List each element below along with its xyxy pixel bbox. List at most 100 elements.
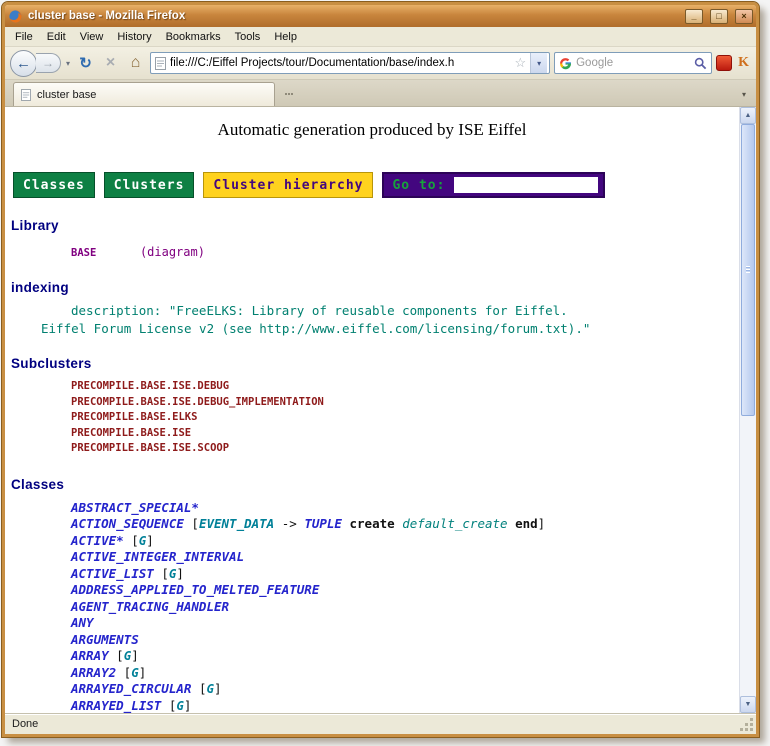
menu-history[interactable]: History (110, 28, 158, 46)
goto-label: Go to: (392, 178, 445, 193)
class-text-generic: G (206, 681, 214, 696)
home-button[interactable]: ⌂ (125, 52, 146, 74)
class-entry: ARGUMENTS (71, 632, 739, 649)
cluster-hierarchy-button[interactable]: Cluster hierarchy (203, 172, 373, 198)
library-heading: Library (11, 218, 739, 233)
refresh-button[interactable]: ↻ (75, 52, 96, 74)
scrollbar-track[interactable] (740, 124, 756, 696)
document-page: Automatic generation produced by ISE Eif… (5, 107, 739, 713)
window-title: cluster base - Mozilla Firefox (28, 10, 678, 22)
class-link[interactable]: ADDRESS_APPLIED_TO_MELTED_FEATURE (71, 582, 319, 597)
class-link[interactable]: ACTION_SEQUENCE (71, 516, 184, 531)
scroll-down-button[interactable]: ▼ (740, 696, 756, 713)
search-input[interactable]: Google (554, 52, 712, 74)
class-link[interactable]: TUPLE (304, 516, 342, 531)
subclusters-list: PRECOMPILE.BASE.ISE.DEBUGPRECOMPILE.BASE… (5, 379, 739, 457)
class-link[interactable]: ARGUMENTS (71, 632, 139, 647)
url-dropdown-button[interactable]: ▾ (530, 53, 547, 73)
search-placeholder: Google (576, 57, 690, 69)
tab-strip-grip-icon (285, 92, 294, 97)
class-text-generic: G (176, 698, 184, 713)
tab-label: cluster base (37, 89, 96, 101)
class-entry: ARRAY [G] (71, 648, 739, 665)
doc-nav-buttons: Classes Clusters Cluster hierarchy Go to… (13, 172, 739, 198)
list-all-tabs-button[interactable]: ▾ (736, 86, 752, 102)
extension-red-icon[interactable] (716, 55, 732, 71)
magnifier-icon[interactable] (694, 57, 707, 70)
tab-cluster-base[interactable]: cluster base (13, 82, 275, 106)
extension-k-icon[interactable]: K (736, 55, 751, 71)
back-button[interactable]: ← (10, 50, 37, 77)
title-bar: cluster base - Mozilla Firefox _ □ × (5, 5, 756, 27)
class-entry: ABSTRACT_SPECIAL* (71, 500, 739, 517)
class-text-plain (342, 516, 350, 531)
minimize-button[interactable]: _ (685, 9, 703, 24)
firefox-icon (8, 9, 23, 24)
class-text-plain: ] (538, 516, 546, 531)
class-text-plain: [ (154, 566, 169, 581)
goto-input[interactable] (453, 176, 599, 194)
class-text-plain (508, 516, 516, 531)
tab-page-icon (21, 89, 31, 101)
scrollbar-thumb[interactable] (741, 124, 755, 416)
class-text-keyword: end (515, 516, 538, 531)
indexing-line-1: description: "FreeELKS: Library of reusa… (71, 303, 739, 318)
subcluster-link[interactable]: PRECOMPILE.BASE.ISE (71, 426, 739, 442)
class-text-plain: ] (131, 648, 139, 663)
stop-button[interactable]: × (100, 52, 121, 74)
status-text: Done (12, 718, 38, 730)
content-area: Automatic generation produced by ISE Eif… (5, 107, 756, 713)
class-entry: ACTIVE* [G] (71, 533, 739, 550)
maximize-button[interactable]: □ (710, 9, 728, 24)
class-link[interactable]: AGENT_TRACING_HANDLER (71, 599, 229, 614)
class-link[interactable]: ACTIVE* (71, 533, 124, 548)
library-diagram-link[interactable]: (diagram) (140, 245, 205, 259)
close-button[interactable]: × (735, 9, 753, 24)
class-link[interactable]: ACTIVE_INTEGER_INTERVAL (71, 549, 244, 564)
page-icon (155, 57, 166, 70)
status-bar: Done (5, 713, 756, 734)
class-link[interactable]: ARRAY2 (71, 665, 116, 680)
class-text-plain: ] (139, 665, 147, 680)
menu-view[interactable]: View (73, 28, 111, 46)
menu-bar: FileEditViewHistoryBookmarksToolsHelp (5, 27, 756, 47)
menu-help[interactable]: Help (267, 28, 304, 46)
subcluster-link[interactable]: PRECOMPILE.BASE.ISE.DEBUG_IMPLEMENTATION (71, 395, 739, 411)
url-text: file:///C:/Eiffel Projects/tour/Document… (170, 57, 510, 69)
subcluster-link[interactable]: PRECOMPILE.BASE.ELKS (71, 410, 739, 426)
class-entry: ACTION_SEQUENCE [EVENT_DATA -> TUPLE cre… (71, 516, 739, 533)
vertical-scrollbar[interactable]: ▲ ▼ (739, 107, 756, 713)
subcluster-link[interactable]: PRECOMPILE.BASE.ISE.DEBUG (71, 379, 739, 395)
forward-button[interactable]: → (36, 53, 61, 73)
resize-grip[interactable] (741, 719, 753, 731)
url-bar[interactable]: file:///C:/Eiffel Projects/tour/Document… (150, 52, 550, 74)
menu-bookmarks[interactable]: Bookmarks (159, 28, 228, 46)
menu-edit[interactable]: Edit (40, 28, 73, 46)
class-text-plain: [ (184, 516, 199, 531)
class-text-plain: [ (116, 665, 131, 680)
class-link[interactable]: ARRAYED_CIRCULAR (71, 681, 191, 696)
menu-tools[interactable]: Tools (228, 28, 268, 46)
google-logo-icon (559, 57, 572, 70)
class-link[interactable]: ANY (71, 615, 94, 630)
menu-file[interactable]: File (8, 28, 40, 46)
class-text-plain: ] (146, 533, 154, 548)
class-link[interactable]: ARRAY (71, 648, 109, 663)
class-text-feature: default_create (402, 516, 507, 531)
page-banner: Automatic generation produced by ISE Eif… (5, 120, 739, 140)
class-entry: ADDRESS_APPLIED_TO_MELTED_FEATURE (71, 582, 739, 599)
class-link[interactable]: ARRAYED_LIST (71, 698, 161, 713)
history-dropdown-icon[interactable]: ▾ (65, 59, 71, 68)
subcluster-link[interactable]: PRECOMPILE.BASE.ISE.SCOOP (71, 441, 739, 457)
library-entry: BASE (diagram) (71, 241, 739, 260)
class-text-plain: -> (274, 516, 304, 531)
library-name-link[interactable]: BASE (71, 247, 96, 259)
class-link[interactable]: ABSTRACT_SPECIAL* (71, 500, 199, 515)
bookmark-star-icon[interactable]: ☆ (514, 55, 526, 71)
classes-button[interactable]: Classes (13, 172, 95, 198)
scroll-up-button[interactable]: ▲ (740, 107, 756, 124)
class-text-generic: G (131, 665, 139, 680)
class-entry: ACTIVE_INTEGER_INTERVAL (71, 549, 739, 566)
class-link[interactable]: ACTIVE_LIST (71, 566, 154, 581)
clusters-button[interactable]: Clusters (104, 172, 195, 198)
